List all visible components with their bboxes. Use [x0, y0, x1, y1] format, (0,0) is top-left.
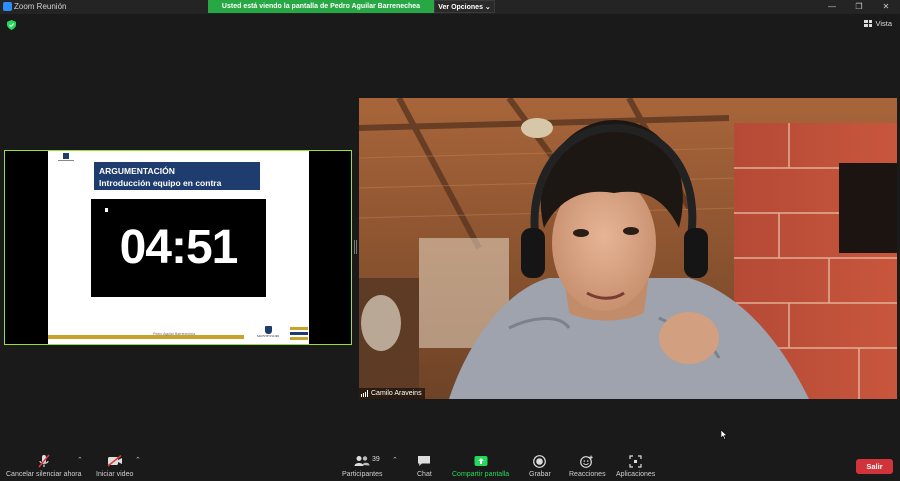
grid-view-icon — [864, 20, 873, 27]
apps-label: Aplicaciones — [616, 471, 656, 478]
start-video-label: Iniciar video — [96, 471, 134, 478]
presentation-slide: ARGUMENTACIÓN Introducción equipo en con… — [48, 151, 309, 344]
school-logo-top — [58, 153, 74, 161]
record-icon — [533, 454, 547, 468]
view-layout-label: Vista — [875, 19, 892, 28]
maximize-button[interactable]: ❐ — [845, 0, 873, 13]
mute-label: Cancelar silenciar ahora — [6, 471, 82, 478]
shared-screen[interactable]: ARGUMENTACIÓN Introducción equipo en con… — [4, 150, 352, 345]
window-title: Zoom Reunión — [14, 2, 67, 11]
mute-button[interactable]: Cancelar silenciar ahora — [6, 454, 81, 479]
participant-name: Camilo Araveins — [371, 390, 422, 397]
share-screen-button[interactable]: Compartir pantalla — [452, 454, 509, 479]
panel-splitter-handle[interactable] — [354, 240, 357, 254]
record-label: Grabar — [529, 471, 551, 478]
record-button[interactable]: Grabar — [529, 454, 551, 479]
countdown-timer: 04:51 — [91, 199, 266, 297]
start-video-button[interactable]: Iniciar video — [96, 454, 133, 479]
signal-strength-icon — [361, 390, 368, 397]
video-options-caret-icon[interactable]: ⌃ — [135, 456, 141, 464]
share-screen-label: Compartir pantalla — [452, 471, 510, 478]
zoom-app-icon — [3, 2, 12, 11]
screen-share-banner: Usted está viendo la pantalla de Pedro A… — [208, 0, 434, 13]
chat-label: Chat — [417, 471, 432, 478]
slide-footer-bar — [48, 335, 244, 339]
participants-count: 39 — [372, 456, 380, 463]
video-camera-off-icon — [107, 455, 122, 467]
mouse-cursor-icon — [721, 430, 728, 440]
school-logo-text: MONTESSORI — [256, 334, 280, 338]
school-crest-icon — [264, 326, 272, 334]
participants-options-caret-icon[interactable]: ⌃ — [392, 456, 398, 464]
slide-decor-stripes — [290, 327, 308, 343]
minimize-button[interactable]: — — [818, 0, 846, 13]
close-button[interactable]: ✕ — [872, 0, 900, 13]
apps-icon — [629, 454, 642, 468]
reactions-button[interactable]: Reacciones — [569, 454, 606, 479]
leave-meeting-button[interactable]: Salir — [856, 459, 893, 474]
school-logo-bottom: MONTESSORI — [253, 326, 283, 342]
slide-footer-text: Pedro Aguilar Barrenechea — [153, 332, 196, 336]
reactions-label: Reacciones — [569, 471, 606, 478]
slide-title-band: ARGUMENTACIÓN Introducción equipo en con… — [94, 162, 260, 190]
security-shield-icon[interactable] — [7, 20, 16, 30]
participant-video-tile[interactable]: Camilo Araveins — [359, 98, 897, 399]
participants-label: Participantes — [342, 471, 383, 478]
slide-title: ARGUMENTACIÓN — [99, 166, 175, 176]
slide-pointer — [105, 208, 108, 212]
participant-video-feed — [359, 98, 897, 399]
share-screen-icon — [474, 456, 488, 466]
view-options-button[interactable]: Ver Opciones ⌄ — [434, 0, 495, 13]
participant-name-tag: Camilo Araveins — [359, 388, 425, 399]
audio-options-caret-icon[interactable]: ⌃ — [77, 456, 83, 464]
chat-button[interactable]: Chat — [417, 454, 432, 479]
apps-button[interactable]: Aplicaciones — [616, 454, 655, 479]
chat-bubble-icon — [418, 456, 431, 466]
reactions-smiley-icon — [580, 455, 593, 468]
meeting-toolbar: Cancelar silenciar ahora ⌃ Iniciar video… — [0, 446, 900, 481]
microphone-muted-icon — [38, 454, 50, 468]
zoom-window: Zoom Reunión Usted está viendo la pantal… — [0, 0, 900, 481]
view-layout-button[interactable]: Vista — [864, 19, 892, 28]
title-bar: Zoom Reunión Usted está viendo la pantal… — [0, 0, 900, 14]
participants-icon — [354, 456, 370, 466]
slide-subtitle: Introducción equipo en contra — [99, 178, 222, 188]
